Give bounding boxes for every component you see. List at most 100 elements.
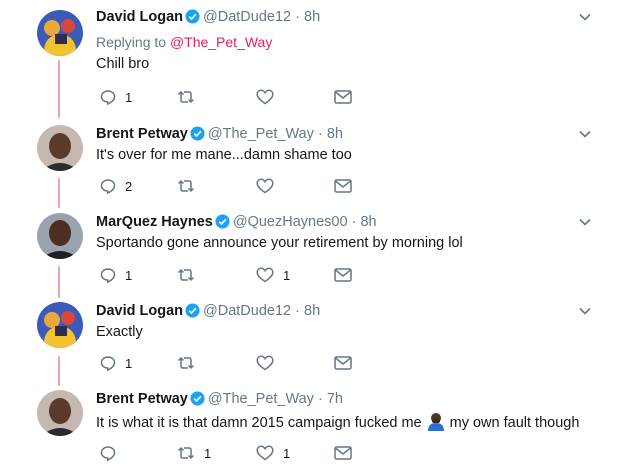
handle[interactable]: @The_Pet_Way [208,391,314,407]
verified-badge-icon [185,9,200,24]
reply-count: 1 [125,355,133,371]
avatar[interactable] [37,302,83,348]
person-facepalming-emoji [427,413,444,431]
reply-button[interactable]: 1 [100,87,132,107]
avatar[interactable] [37,213,83,259]
retweet-button[interactable] [177,87,204,107]
separator: · [351,214,357,230]
reply-button[interactable]: 2 [100,176,132,196]
reply-button[interactable] [100,443,125,463]
retweet-button[interactable] [177,265,204,285]
retweet-icon [177,446,195,460]
tweet: Brent Petway @The_Pet_Way · 8h It's over … [0,117,620,207]
timestamp[interactable]: 8h [327,126,343,142]
verified-badge-icon [215,214,230,229]
timestamp[interactable]: 8h [360,214,376,230]
tweet-actions: 1 [96,353,366,373]
tweet-actions: 1 [96,87,366,107]
handle[interactable]: @QuezHaynes00 [233,214,348,230]
tweet-header: Brent Petway @The_Pet_Way · 8h [96,125,343,143]
direct-message-button[interactable] [334,265,352,285]
chevron-down-icon[interactable] [578,215,592,229]
display-name[interactable]: Brent Petway [96,126,188,142]
retweet-icon [177,356,195,370]
tweet-text-part: my own fault though [449,415,580,431]
envelope-icon [334,90,352,104]
like-button[interactable] [256,353,283,373]
reply-icon [100,356,116,371]
envelope-icon [334,179,352,193]
handle[interactable]: @DatDude12 [203,303,291,319]
heart-icon [256,355,274,371]
retweet-button[interactable] [177,176,204,196]
like-button[interactable] [256,87,283,107]
heart-icon [256,178,274,194]
direct-message-button[interactable] [334,87,352,107]
tweet-header: Brent Petway @The_Pet_Way · 7h [96,390,343,408]
direct-message-button[interactable] [334,443,352,463]
display-name[interactable]: David Logan [96,303,183,319]
reply-count: 2 [125,178,133,194]
replying-to-link[interactable]: @The_Pet_Way [170,34,272,50]
separator: · [295,303,300,319]
direct-message-button[interactable] [334,176,352,196]
display-name[interactable]: MarQuez Haynes [96,214,213,230]
verified-badge-icon [190,126,205,141]
chevron-down-icon[interactable] [578,304,592,318]
timestamp[interactable]: 8h [304,303,320,319]
tweet-header: MarQuez Haynes @QuezHaynes00 · 8h [96,213,377,231]
replying-to-label: Replying to [96,34,167,50]
direct-message-button[interactable] [334,353,352,373]
reply-icon [100,446,116,461]
separator: · [317,126,323,142]
tweet-header: David Logan @DatDude12 · 8h [96,302,320,320]
tweet-text: Sportando gone announce your retirement … [96,235,463,251]
timestamp[interactable]: 7h [327,391,343,407]
like-button[interactable] [256,176,283,196]
avatar[interactable] [37,125,83,171]
like-button[interactable]: 1 [256,443,290,463]
chevron-down-icon[interactable] [578,127,592,141]
retweet-button[interactable] [177,353,204,373]
verified-badge-icon [190,391,205,406]
verified-badge-icon [185,303,200,318]
retweet-icon [177,179,195,193]
display-name[interactable]: Brent Petway [96,391,188,407]
heart-icon [256,267,274,283]
reply-button[interactable]: 1 [100,353,132,373]
retweet-icon [177,90,195,104]
tweet-text: Exactly [96,324,143,340]
envelope-icon [334,268,352,282]
reply-count: 1 [125,89,133,105]
tweet: David Logan @DatDude12 · 8h Replying to @… [0,0,620,105]
tweet-actions: 1 1 [96,443,366,463]
tweet: Brent Petway @The_Pet_Way · 7h It is what… [0,382,620,472]
tweet-text: It is what it is that damn 2015 campaign… [96,411,579,432]
separator: · [317,391,323,407]
reply-icon [100,90,116,105]
retweet-button[interactable]: 1 [177,443,211,463]
envelope-icon [334,446,352,460]
tweet: MarQuez Haynes @QuezHaynes00 · 8h Sportan… [0,205,620,295]
timestamp[interactable]: 8h [304,9,320,25]
reply-button[interactable]: 1 [100,265,132,285]
retweet-count: 1 [204,445,212,461]
avatar[interactable] [37,390,83,436]
like-count: 1 [283,267,291,283]
avatar[interactable] [37,10,83,56]
handle[interactable]: @The_Pet_Way [208,126,314,142]
handle[interactable]: @DatDude12 [203,9,291,25]
like-count: 1 [283,445,291,461]
tweet: David Logan @DatDude12 · 8h Exactly 1 [0,294,620,384]
reply-icon [100,268,116,283]
like-button[interactable]: 1 [256,265,290,285]
chevron-down-icon[interactable] [578,10,592,24]
separator: · [295,9,300,25]
tweet-text: Chill bro [96,56,150,72]
tweet-text: It's over for me mane...damn shame too [96,147,352,163]
heart-icon [256,445,274,461]
tweet-text-part: It is what it is that damn 2015 campaign… [96,415,422,431]
heart-icon [256,89,274,105]
display-name[interactable]: David Logan [96,9,183,25]
reply-icon [100,179,116,194]
